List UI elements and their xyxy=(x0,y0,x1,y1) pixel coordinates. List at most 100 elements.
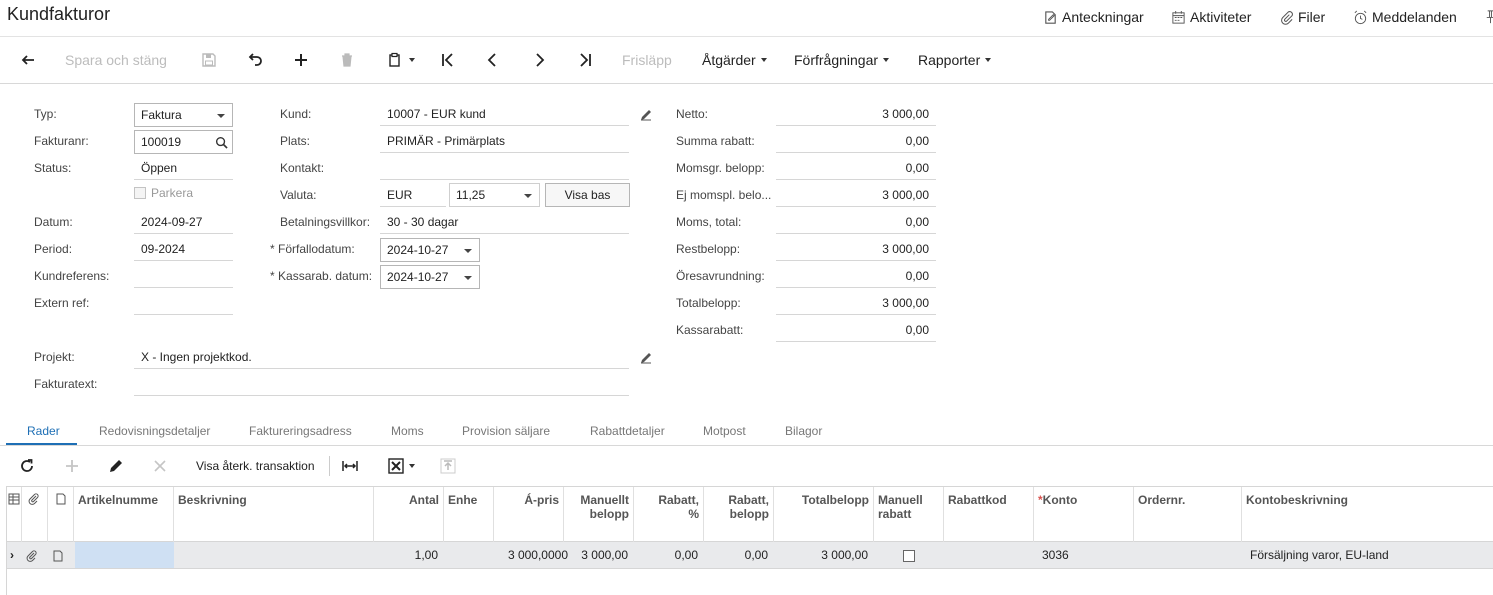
cell-account-description[interactable]: Försäljning varor, EU-land xyxy=(1244,542,1493,568)
tab-bilagor[interactable]: Bilagor xyxy=(785,424,822,438)
messages-label: Meddelanden xyxy=(1372,9,1457,25)
back-button[interactable] xyxy=(19,49,37,71)
export-excel-button[interactable] xyxy=(388,456,415,476)
first-record-button[interactable] xyxy=(439,49,457,71)
view-recurring-button[interactable]: Visa återk. transaktion xyxy=(196,456,330,476)
upload-button[interactable] xyxy=(440,456,456,476)
col-order-number[interactable]: Ordernr. xyxy=(1134,487,1242,542)
attachment-header xyxy=(22,487,48,542)
terms-field[interactable]: 30 - 30 dagar xyxy=(380,211,629,234)
paperclip-icon xyxy=(28,493,39,505)
view-base-button[interactable]: Visa bas xyxy=(545,183,630,207)
add-button[interactable] xyxy=(292,49,310,71)
delete-row-button[interactable] xyxy=(152,456,168,476)
chevron-down-icon xyxy=(883,58,890,62)
files-link[interactable]: Filer xyxy=(1279,9,1325,25)
cell-order-number[interactable] xyxy=(1134,542,1242,568)
last-record-button[interactable] xyxy=(576,49,594,71)
cell-manual-discount[interactable] xyxy=(874,542,944,568)
actions-menu[interactable]: Åtgärder xyxy=(702,49,767,71)
col-account-label: Konto xyxy=(1042,493,1078,507)
col-unit-price[interactable]: Á-pris xyxy=(494,487,564,542)
row-attachment-icon[interactable] xyxy=(26,542,48,568)
cell-discount-amount[interactable]: 0,00 xyxy=(704,542,774,568)
previous-record-button[interactable] xyxy=(484,49,502,71)
clipboard-menu-button[interactable] xyxy=(386,49,415,71)
contact-field[interactable] xyxy=(380,157,629,180)
customer-field[interactable]: 10007 - EUR kund xyxy=(380,103,629,126)
tab-motpost[interactable]: Motpost xyxy=(703,424,746,438)
notes-link[interactable]: Anteckningar xyxy=(1043,9,1144,25)
cell-discount-pct[interactable]: 0,00 xyxy=(634,542,704,568)
col-discount-pct[interactable]: Rabatt,% xyxy=(634,487,704,542)
messages-link[interactable]: Meddelanden xyxy=(1353,9,1457,25)
edit-row-button[interactable] xyxy=(108,456,124,476)
reports-menu[interactable]: Rapporter xyxy=(918,49,992,71)
external-ref-field[interactable] xyxy=(134,292,233,315)
search-icon[interactable] xyxy=(215,136,228,149)
cell-manual-amount[interactable]: 3 000,00 xyxy=(564,542,634,568)
cell-qty[interactable]: 1,00 xyxy=(374,542,444,568)
refresh-button[interactable] xyxy=(19,456,35,476)
tab-rabattdetaljer[interactable]: Rabattdetaljer xyxy=(590,424,665,438)
tab-rader[interactable]: Rader xyxy=(27,424,60,438)
tab-redovisningsdetaljer[interactable]: Redovisningsdetaljer xyxy=(99,424,210,438)
activities-link[interactable]: Aktiviteter xyxy=(1171,9,1251,25)
col-qty[interactable]: Antal xyxy=(374,487,444,542)
cell-unit[interactable] xyxy=(444,542,494,568)
col-account-description[interactable]: Kontobeskrivning xyxy=(1242,487,1493,542)
col-manual-amount[interactable]: Manuellt belopp xyxy=(564,487,634,542)
release-button[interactable]: Frisläpp xyxy=(622,49,672,71)
hold-checkbox[interactable]: Parkera xyxy=(134,186,193,200)
project-field[interactable]: X - Ingen projektkod. xyxy=(134,346,629,369)
manual-discount-checkbox[interactable] xyxy=(903,549,915,562)
delete-button[interactable] xyxy=(338,49,356,71)
cell-item[interactable] xyxy=(75,542,174,568)
calendar-icon xyxy=(1172,10,1185,24)
discount-date-select[interactable]: 2024-10-27 xyxy=(380,265,480,289)
col-unit[interactable]: Enhe xyxy=(444,487,494,542)
next-record-button[interactable] xyxy=(530,49,548,71)
save-icon xyxy=(202,53,216,67)
row-note-icon[interactable] xyxy=(52,542,74,568)
invoice-number-field[interactable]: 100019 xyxy=(134,130,233,154)
row-selector-header[interactable] xyxy=(7,487,22,542)
location-field[interactable]: PRIMÄR - Primärplats xyxy=(380,130,629,153)
row-pointer-icon: › xyxy=(10,548,14,562)
fit-columns-button[interactable] xyxy=(342,456,358,476)
type-select[interactable]: Faktura xyxy=(134,103,233,127)
tab-provision-saljare[interactable]: Provision säljare xyxy=(462,424,550,438)
more-link[interactable] xyxy=(1483,9,1493,24)
table-row[interactable]: › 1,00 3 000,0000 3 000,00 0,00 0,00 3 0… xyxy=(7,542,1493,569)
col-description[interactable]: Beskrivning xyxy=(174,487,374,542)
chevron-down-icon xyxy=(524,194,532,198)
exchange-rate-select[interactable]: 11,25 xyxy=(449,183,540,207)
undo-button[interactable] xyxy=(246,49,264,71)
customer-ref-field[interactable] xyxy=(134,265,233,288)
cell-total[interactable]: 3 000,00 xyxy=(774,542,874,568)
inquiries-menu[interactable]: Förfrågningar xyxy=(794,49,890,71)
edit-customer-icon[interactable] xyxy=(639,108,653,122)
currency-field[interactable]: EUR xyxy=(380,184,446,207)
save-close-button[interactable]: Spara och stäng xyxy=(65,49,167,71)
save-button[interactable] xyxy=(200,49,218,71)
col-total[interactable]: Totalbelopp xyxy=(774,487,874,542)
period-field[interactable]: 09-2024 xyxy=(134,238,233,261)
cell-discount-code[interactable] xyxy=(944,542,1034,568)
col-account[interactable]: *Konto xyxy=(1034,487,1134,542)
tab-moms[interactable]: Moms xyxy=(391,424,424,438)
cell-description[interactable] xyxy=(174,542,374,568)
col-item[interactable]: Artikelnumme xyxy=(74,487,174,542)
add-row-button[interactable] xyxy=(64,456,80,476)
invoice-text-field[interactable] xyxy=(134,373,629,396)
col-manual-discount[interactable]: Manuell rabatt xyxy=(874,487,944,542)
cell-account[interactable]: 3036 xyxy=(1036,542,1134,568)
col-discount-amount[interactable]: Rabatt, belopp xyxy=(704,487,774,542)
col-discount-code[interactable]: Rabattkod xyxy=(944,487,1034,542)
date-field[interactable]: 2024-09-27 xyxy=(134,211,233,234)
tab-faktureringsadress[interactable]: Faktureringsadress xyxy=(249,424,352,438)
due-date-select[interactable]: 2024-10-27 xyxy=(380,238,480,262)
edit-project-icon[interactable] xyxy=(639,351,653,365)
document-icon xyxy=(53,550,63,562)
cell-unit-price[interactable]: 3 000,0000 xyxy=(494,542,570,568)
